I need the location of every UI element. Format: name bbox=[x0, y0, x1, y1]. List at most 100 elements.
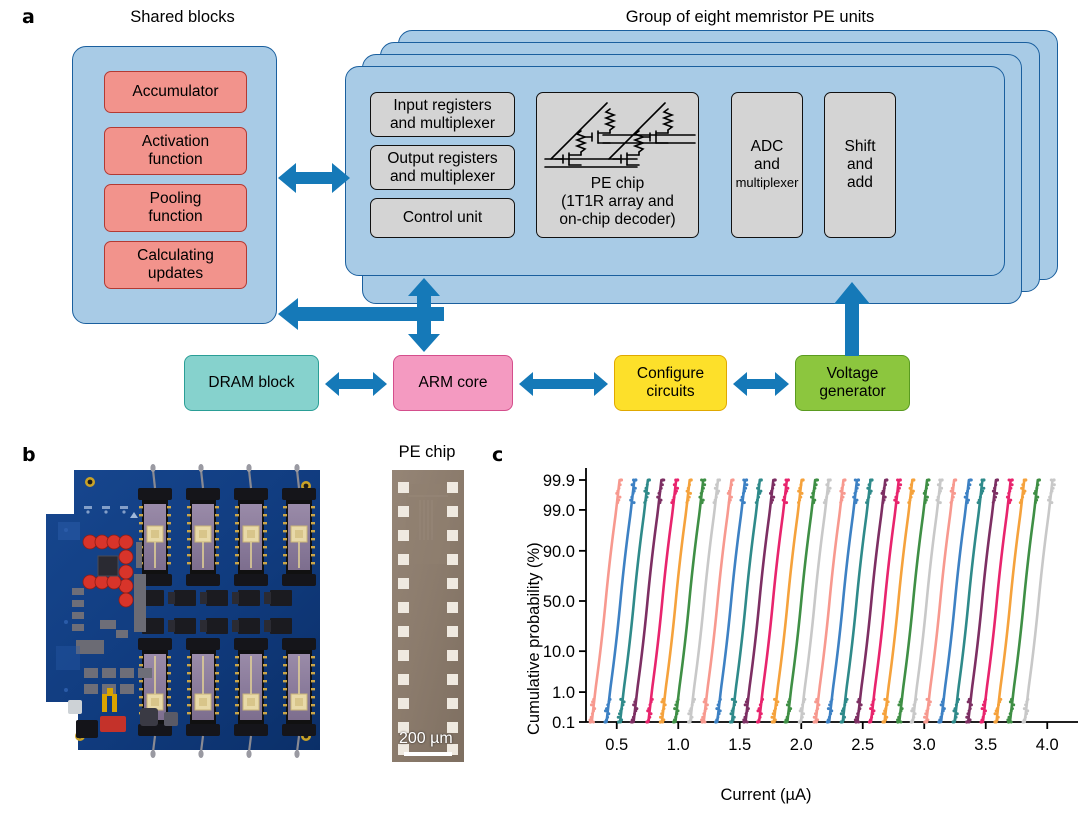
cdf-curve bbox=[881, 478, 916, 724]
x-tick-label: 0.5 bbox=[605, 736, 628, 754]
x-tick-label: 2.0 bbox=[790, 736, 813, 754]
shift-add-line1: Shift bbox=[844, 138, 876, 156]
configure-line2: circuits bbox=[646, 383, 695, 400]
activation-line2: function bbox=[148, 151, 203, 168]
x-tick-label: 3.0 bbox=[913, 736, 936, 754]
y-tick-label: 99.9 bbox=[543, 472, 575, 490]
pooling-line2: function bbox=[148, 208, 203, 225]
cdf-curve bbox=[616, 478, 651, 724]
input-registers-block: Input registers and multiplexer bbox=[370, 92, 515, 137]
y-tick-label: 1.0 bbox=[552, 684, 575, 702]
pooling-function-block: Pooling function bbox=[104, 184, 247, 232]
calculating-line1: Calculating bbox=[137, 247, 214, 265]
pe-units-group-title: Group of eight memristor PE units bbox=[625, 8, 875, 26]
cdf-curve bbox=[993, 478, 1028, 724]
cdf-curve bbox=[658, 478, 693, 724]
pe-chip-photo-title: PE chip bbox=[398, 443, 456, 461]
cdf-curve bbox=[755, 478, 790, 724]
x-tick-label: 4.0 bbox=[1036, 736, 1059, 754]
x-tick-label: 1.0 bbox=[667, 736, 690, 754]
panel-letter-c: c bbox=[492, 444, 504, 466]
calculating-updates-block: Calculating updates bbox=[104, 241, 247, 289]
cdf-curve bbox=[714, 478, 749, 724]
cdf-curve bbox=[645, 478, 680, 724]
adc-line2: and bbox=[754, 156, 780, 174]
cdf-curve bbox=[797, 478, 832, 724]
arrow-voltage-to-pe bbox=[834, 282, 870, 356]
adc-line1: ADC bbox=[750, 138, 784, 156]
voltage-generator-box: Voltage generator bbox=[795, 355, 910, 411]
x-axis-label: Current (µA) bbox=[720, 786, 812, 804]
arrow-configure-voltage bbox=[733, 372, 789, 396]
cdf-curve bbox=[812, 478, 847, 724]
activation-line1: Activation bbox=[141, 133, 210, 151]
arrow-shared-to-pe bbox=[278, 163, 350, 193]
panel-letter-b: b bbox=[22, 444, 36, 466]
voltage-line2: generator bbox=[819, 383, 886, 400]
pe-chip-block: PE chip (1T1R array and on-chip decoder) bbox=[536, 92, 699, 238]
shared-blocks-card: Accumulator Activation function Pooling … bbox=[72, 46, 277, 324]
dram-block-label: DRAM block bbox=[208, 374, 295, 392]
pe-chip-micrograph bbox=[392, 470, 464, 762]
configure-circuits-box: Configure circuits bbox=[614, 355, 727, 411]
output-registers-line1: Output registers bbox=[387, 149, 498, 167]
input-registers-line2: and multiplexer bbox=[389, 114, 496, 132]
shift-add-line3: add bbox=[847, 173, 873, 191]
pcb-photograph bbox=[38, 462, 348, 772]
pe-chip-caption: PE chip (1T1R array and on-chip decoder) bbox=[537, 175, 698, 229]
cdf-curve bbox=[979, 478, 1014, 724]
pe-chip-line2: (1T1R array and bbox=[561, 192, 674, 210]
cdf-curve bbox=[867, 478, 903, 724]
cumulative-probability-plot: 99.9 99.0 90.0 50.0 10.0 1.0 0.1 0.5 1.0 1.5 2.0 2.… bbox=[543, 468, 1078, 754]
cdf-curve bbox=[588, 478, 624, 724]
shared-blocks-title: Shared blocks bbox=[130, 8, 235, 26]
pe-chip-line3: on-chip decoder) bbox=[559, 210, 676, 228]
x-tick-label: 3.5 bbox=[974, 736, 997, 754]
scale-bar bbox=[404, 752, 452, 756]
accumulator-label: Accumulator bbox=[132, 83, 219, 101]
cdf-curve bbox=[1021, 478, 1056, 724]
pe-unit-card-front: Input registers and multiplexer Output r… bbox=[345, 66, 1005, 276]
cdf-curve bbox=[923, 478, 958, 724]
pe-chip-line1: PE chip bbox=[590, 175, 645, 192]
arrow-pe-to-arm-vertical bbox=[408, 278, 440, 352]
cdf-curve bbox=[896, 478, 931, 724]
cdf-curve bbox=[770, 478, 805, 724]
cdf-curve bbox=[728, 478, 763, 724]
calculating-line2: updates bbox=[147, 265, 204, 282]
shift-add-line2: and bbox=[847, 156, 873, 174]
arm-core-label: ARM core bbox=[418, 374, 488, 392]
one-t-one-r-schematic-icon bbox=[544, 102, 696, 168]
cdf-curve bbox=[839, 478, 874, 724]
control-unit-label: Control unit bbox=[402, 209, 483, 227]
cdf-curve bbox=[742, 478, 777, 724]
adc-block: ADC and multiplexer bbox=[731, 92, 803, 238]
input-registers-line1: Input registers bbox=[393, 96, 492, 114]
output-registers-block: Output registers and multiplexer bbox=[370, 145, 515, 190]
cdf-curve bbox=[909, 478, 944, 724]
pooling-line1: Pooling bbox=[149, 190, 202, 208]
y-tick-label: 99.0 bbox=[543, 502, 575, 520]
y-tick-label: 50.0 bbox=[543, 593, 575, 611]
control-unit-block: Control unit bbox=[370, 198, 515, 238]
arm-core-box: ARM core bbox=[393, 355, 513, 411]
cdf-curve bbox=[951, 478, 986, 724]
cdf-curve bbox=[687, 478, 722, 724]
voltage-line1: Voltage bbox=[826, 365, 879, 383]
panel-letter-a: a bbox=[22, 6, 35, 28]
y-tick-label: 90.0 bbox=[543, 543, 575, 561]
scale-bar-label: 200 µm bbox=[399, 730, 453, 747]
x-tick-label: 2.5 bbox=[851, 736, 874, 754]
cdf-curve bbox=[853, 478, 889, 724]
output-registers-line2: and multiplexer bbox=[389, 167, 496, 185]
x-tick-label: 1.5 bbox=[728, 736, 751, 754]
arrow-arm-configure bbox=[519, 372, 608, 396]
cdf-curve bbox=[965, 478, 1000, 724]
activation-function-block: Activation function bbox=[104, 127, 247, 175]
accumulator-block: Accumulator bbox=[104, 71, 247, 113]
y-tick-label: 10.0 bbox=[543, 643, 575, 661]
configure-line1: Configure bbox=[636, 365, 705, 383]
cdf-curve bbox=[603, 478, 638, 724]
adc-line3: multiplexer bbox=[735, 174, 799, 190]
dram-block-box: DRAM block bbox=[184, 355, 319, 411]
